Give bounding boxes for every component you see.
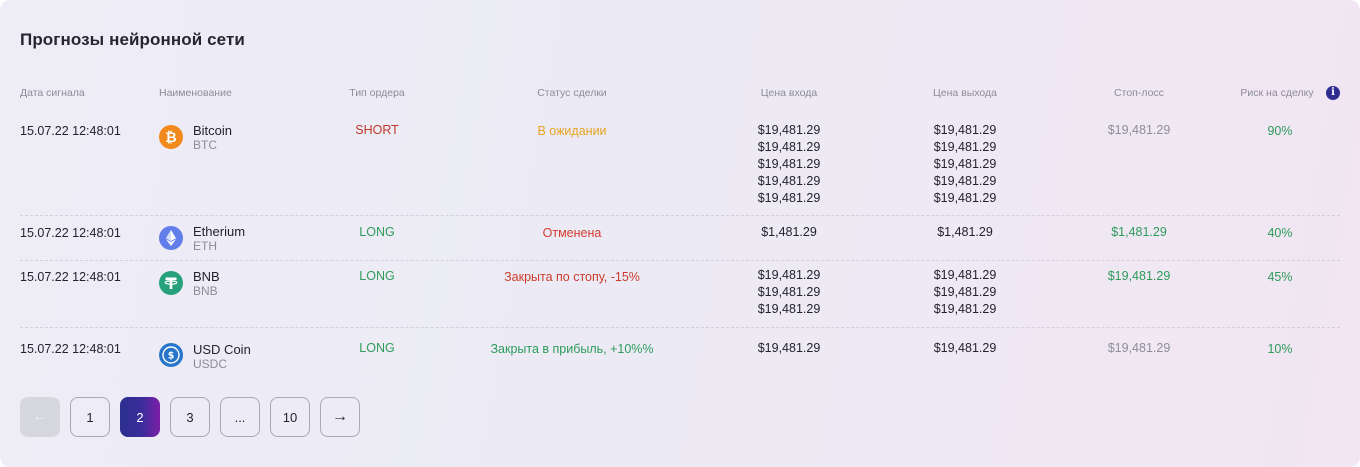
exit-price: $19,481.29 bbox=[933, 157, 997, 171]
coin-name[interactable]: Etherium bbox=[193, 224, 245, 239]
risk-value: 90% bbox=[1267, 124, 1293, 138]
exit-prices: $19,481.29 $19,481.29 $19,481.29 $19,481… bbox=[934, 122, 997, 207]
deal-status: Закрыта по стопу, -15% bbox=[504, 270, 640, 284]
entry-price: $19,481.29 bbox=[757, 191, 821, 205]
entry-price: $19,481.29 bbox=[757, 341, 821, 355]
exit-price: $19,481.29 bbox=[933, 268, 997, 282]
row-divider bbox=[20, 327, 1340, 328]
header-exit-price: Цена выхода bbox=[933, 87, 997, 99]
order-type: LONG bbox=[359, 341, 395, 355]
coin-symbol: BTC bbox=[193, 138, 217, 152]
tether-icon bbox=[159, 271, 183, 295]
entry-prices: $19,481.29 bbox=[758, 340, 821, 357]
exit-price: $19,481.29 bbox=[933, 302, 997, 316]
risk-value: 45% bbox=[1267, 270, 1293, 284]
exit-price: $19,481.29 bbox=[933, 123, 997, 137]
entry-price: $19,481.29 bbox=[757, 285, 821, 299]
page-title: Прогнозы нейронной сети bbox=[20, 30, 245, 49]
exit-price: $19,481.29 bbox=[933, 174, 997, 188]
stop-loss: $19,481.29 bbox=[1107, 123, 1171, 137]
entry-prices: $1,481.29 bbox=[761, 224, 817, 241]
entry-price: $19,481.29 bbox=[757, 268, 821, 282]
header-entry-price: Цена входа bbox=[760, 87, 818, 99]
exit-prices: $19,481.29 $19,481.29 $19,481.29 bbox=[934, 267, 997, 318]
entry-prices: $19,481.29 $19,481.29 $19,481.29 bbox=[758, 267, 821, 318]
page-button-1[interactable]: 1 bbox=[70, 397, 110, 437]
coin-name[interactable]: Bitcoin bbox=[193, 123, 232, 138]
exit-prices: $1,481.29 bbox=[937, 224, 993, 241]
entry-price: $19,481.29 bbox=[757, 123, 821, 137]
deal-status: В ожидании bbox=[537, 124, 607, 138]
entry-prices: $19,481.29 $19,481.29 $19,481.29 $19,481… bbox=[758, 122, 821, 207]
entry-price: $1,481.29 bbox=[761, 225, 817, 239]
order-type: LONG bbox=[359, 225, 395, 239]
row-date: 15.07.22 12:48:01 bbox=[20, 270, 121, 284]
info-icon[interactable]: i bbox=[1326, 86, 1340, 100]
row-divider bbox=[20, 260, 1340, 261]
coin-name[interactable]: USD Coin bbox=[193, 342, 251, 357]
arrow-right-icon: → bbox=[332, 408, 348, 425]
page-ellipsis-button[interactable]: ... bbox=[220, 397, 260, 437]
signals-card: Прогнозы нейронной сети Дата сигнала Наи… bbox=[0, 0, 1360, 467]
order-type: LONG bbox=[359, 269, 395, 283]
header-name: Наименование bbox=[159, 87, 232, 99]
svg-text:$: $ bbox=[168, 351, 175, 362]
exit-price: $1,481.29 bbox=[937, 225, 993, 239]
stop-loss: $1,481.29 bbox=[1111, 225, 1167, 239]
deal-status: Отменена bbox=[542, 226, 602, 240]
row-date: 15.07.22 12:48:01 bbox=[20, 124, 121, 138]
exit-price: $19,481.29 bbox=[933, 140, 997, 154]
exit-price: $19,481.29 bbox=[933, 341, 997, 355]
risk-value: 10% bbox=[1267, 342, 1293, 356]
entry-price: $19,481.29 bbox=[757, 302, 821, 316]
page-button-10[interactable]: 10 bbox=[270, 397, 310, 437]
entry-price: $19,481.29 bbox=[757, 140, 821, 154]
entry-price: $19,481.29 bbox=[757, 174, 821, 188]
coin-symbol: BNB bbox=[193, 284, 218, 298]
header-order-type: Тип ордера bbox=[349, 87, 405, 99]
row-divider bbox=[20, 215, 1340, 216]
coin-symbol: USDC bbox=[193, 357, 228, 371]
stop-loss: $19,481.29 bbox=[1107, 269, 1171, 283]
row-date: 15.07.22 12:48:01 bbox=[20, 226, 121, 240]
exit-price: $19,481.29 bbox=[933, 285, 997, 299]
exit-prices: $19,481.29 bbox=[934, 340, 997, 357]
stop-loss: $19,481.29 bbox=[1107, 341, 1171, 355]
bitcoin-icon: ₿ bbox=[159, 125, 183, 149]
order-type: SHORT bbox=[355, 123, 399, 137]
risk-value: 40% bbox=[1267, 226, 1293, 240]
coin-symbol: ETH bbox=[193, 239, 217, 253]
header-stop-loss: Стоп-лосс bbox=[1114, 87, 1164, 99]
header-status: Статус сделки bbox=[537, 87, 607, 99]
usd-coin-icon: $ bbox=[159, 343, 183, 367]
exit-price: $19,481.29 bbox=[933, 191, 997, 205]
svg-text:₿: ₿ bbox=[165, 130, 176, 146]
header-risk: Риск на сделку bbox=[1240, 87, 1314, 99]
next-page-button[interactable]: → bbox=[320, 397, 360, 437]
coin-name[interactable]: BNB bbox=[193, 269, 220, 284]
page-button-2[interactable]: 2 bbox=[120, 397, 160, 437]
header-date: Дата сигнала bbox=[20, 87, 85, 99]
entry-price: $19,481.29 bbox=[757, 157, 821, 171]
deal-status: Закрыта в прибыль, +10%% bbox=[490, 342, 654, 356]
prev-page-button[interactable]: ← bbox=[20, 397, 60, 437]
ethereum-icon bbox=[159, 226, 183, 250]
row-date: 15.07.22 12:48:01 bbox=[20, 342, 121, 356]
arrow-left-icon: ← bbox=[32, 408, 48, 425]
page-button-3[interactable]: 3 bbox=[170, 397, 210, 437]
